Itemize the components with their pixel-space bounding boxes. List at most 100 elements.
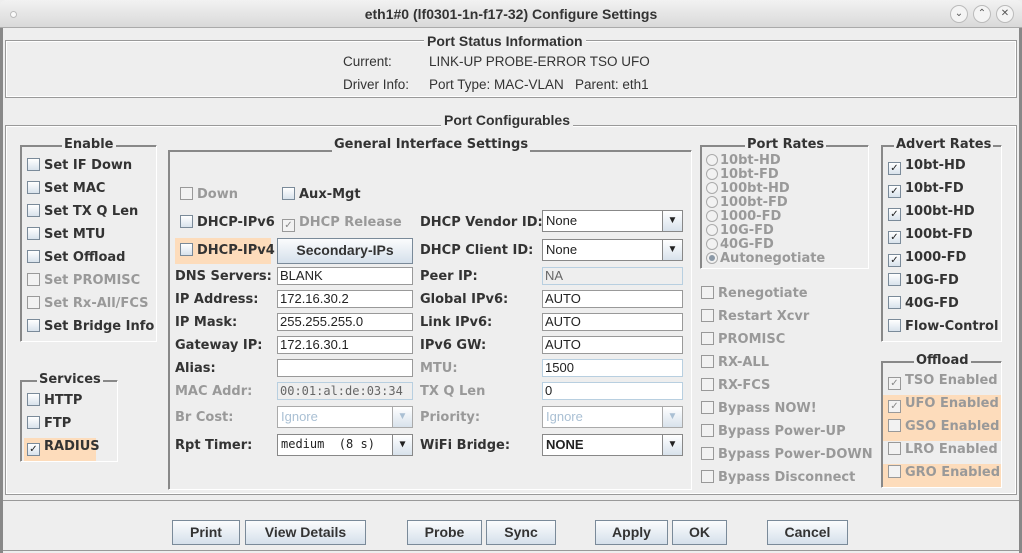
checkbox-http[interactable]: HTTP (24, 392, 96, 415)
checkbox-bypass-disconnect[interactable]: Bypass Disconnect (701, 469, 873, 492)
checkbox-rx-all[interactable]: RX-ALL (701, 354, 873, 377)
secondary-ips-button[interactable]: Secondary-IPs (277, 238, 413, 264)
checkbox-set-bridge-info[interactable]: Set Bridge Info (27, 318, 154, 341)
checkbox-bypass-power-down[interactable]: Bypass Power-DOWN (701, 446, 873, 469)
probe-button[interactable]: Probe (407, 520, 482, 545)
rpt-timer-select[interactable]: medium (8 s) ▼ (277, 434, 413, 456)
sync-button[interactable]: Sync (486, 520, 556, 545)
minimize-icon[interactable]: ⌄ (950, 5, 968, 23)
br-cost-select: Ignore ▼ (277, 406, 413, 428)
ip-address-input[interactable]: 172.16.30.2 (277, 290, 413, 308)
checkbox-set-promisc[interactable]: Set PROMISC (27, 272, 154, 295)
wifi-bridge-select[interactable]: NONE ▼ (542, 434, 683, 456)
checkbox-label: 10bt-HD (905, 158, 966, 173)
checkbox-gro-enabled[interactable]: GRO Enabled (883, 464, 1001, 487)
checkbox-1000-fd[interactable]: ✓ 1000-FD (888, 249, 998, 272)
ip-address-label: IP Address: (175, 292, 259, 307)
checkbox-label: Set Offload (44, 250, 126, 265)
checkbox-bypass-now[interactable]: Bypass NOW! (701, 400, 873, 423)
checkbox-radius[interactable]: ✓ RADIUS (24, 438, 100, 461)
checkbox-tso-enabled[interactable]: ✓ TSO Enabled (883, 372, 1001, 395)
gateway-ip-input[interactable]: 172.16.30.1 (277, 336, 413, 354)
chevron-down-icon[interactable]: ▼ (662, 435, 682, 455)
apply-button[interactable]: Apply (595, 520, 668, 545)
checkbox-unchecked-icon (701, 378, 714, 391)
checkbox-unchecked-icon (27, 158, 40, 171)
mtu-input[interactable]: 1500 (542, 359, 683, 377)
checkbox-100bt-hd[interactable]: ✓ 100bt-HD (888, 203, 998, 226)
checkbox-rx-fcs[interactable]: RX-FCS (701, 377, 873, 400)
tx-q-len-label: TX Q Len (420, 384, 486, 399)
checkbox-ufo-enabled[interactable]: ✓ UFO Enabled (883, 395, 1001, 418)
offload-title: Offload (914, 353, 971, 368)
print-button[interactable]: Print (172, 520, 240, 545)
down-checkbox[interactable]: Down (180, 187, 238, 202)
checkbox-renegotiate[interactable]: Renegotiate (701, 285, 873, 308)
view-details-button[interactable]: View Details (245, 520, 366, 545)
chevron-down-icon[interactable]: ▼ (392, 435, 412, 455)
checkbox-10g-fd[interactable]: 10G-FD (888, 272, 998, 295)
radio-unselected-icon (706, 238, 718, 250)
radio-100bt-fd[interactable]: 100bt-FD (706, 196, 825, 210)
radio-100bt-hd[interactable]: 100bt-HD (706, 182, 825, 196)
ok-button[interactable]: OK (672, 520, 727, 545)
dhcp-client-id-label: DHCP Client ID: (420, 243, 534, 258)
checkbox-set-tx-q-len[interactable]: Set TX Q Len (27, 203, 154, 226)
checkbox-bypass-power-up[interactable]: Bypass Power-UP (701, 423, 873, 446)
global-ipv6-input[interactable]: AUTO (542, 290, 683, 308)
checkbox-ftp[interactable]: FTP (24, 415, 96, 438)
checkbox-restart-xcvr[interactable]: Restart Xcvr (701, 308, 873, 331)
ip-mask-input[interactable]: 255.255.255.0 (277, 313, 413, 331)
close-icon[interactable]: ✕ (996, 5, 1014, 23)
chevron-down-icon[interactable]: ▼ (662, 240, 682, 260)
link-ipv6-input[interactable]: AUTO (542, 313, 683, 331)
checkbox-label: RX-FCS (718, 378, 771, 393)
radio-10bt-fd[interactable]: 10bt-FD (706, 168, 825, 182)
dhcp-release-checkbox[interactable]: ✓ DHCP Release (282, 215, 402, 232)
checkbox-set-rx-all-fcs[interactable]: Set Rx-All/FCS (27, 295, 154, 318)
dns-servers-input[interactable]: BLANK (277, 267, 413, 285)
dhcp-ipv6-checkbox[interactable]: DHCP-IPv6 (180, 215, 275, 230)
checkbox-checked-icon: ✓ (888, 231, 901, 244)
ipv6-gw-input[interactable]: AUTO (542, 336, 683, 354)
dhcp-ipv4-checkbox[interactable]: DHCP-IPv4 (175, 238, 275, 264)
checkbox-10bt-fd[interactable]: ✓ 10bt-FD (888, 180, 998, 203)
checkbox-10bt-hd[interactable]: ✓ 10bt-HD (888, 157, 998, 180)
checkbox-checked-icon: ✓ (888, 208, 901, 221)
mac-addr-label: MAC Addr: (175, 384, 253, 399)
radio-40g-fd[interactable]: 40G-FD (706, 238, 825, 252)
dhcp-vendor-id-select[interactable]: None ▼ (542, 210, 683, 232)
checkbox-checked-icon: ✓ (27, 443, 40, 456)
aux-mgt-checkbox[interactable]: Aux-Mgt (282, 187, 361, 202)
radio-label: 1000-FD (720, 209, 782, 224)
radio-1000-fd[interactable]: 1000-FD (706, 210, 825, 224)
checkbox-unchecked-icon (27, 393, 40, 406)
checkbox-unchecked-icon (701, 286, 714, 299)
driver-info-label: Driver Info: (343, 77, 410, 92)
checkbox-40g-fd[interactable]: 40G-FD (888, 295, 998, 318)
radio-autonegotiate[interactable]: Autonegotiate (706, 252, 825, 266)
checkbox-unchecked-icon (701, 309, 714, 322)
maximize-icon[interactable]: ⌃ (973, 5, 991, 23)
checkbox-label: 1000-FD (905, 250, 967, 265)
checkbox-promisc[interactable]: PROMISC (701, 331, 873, 354)
checkbox-set-offload[interactable]: Set Offload (27, 249, 154, 272)
checkbox-set-if-down[interactable]: Set IF Down (27, 157, 154, 180)
cancel-button[interactable]: Cancel (767, 520, 848, 545)
radio-10bt-hd[interactable]: 10bt-HD (706, 154, 825, 168)
checkbox-100bt-fd[interactable]: ✓ 100bt-FD (888, 226, 998, 249)
checkbox-flow-control[interactable]: Flow-Control (888, 318, 998, 341)
radio-10g-fd[interactable]: 10G-FD (706, 224, 825, 238)
checkbox-set-mac[interactable]: Set MAC (27, 180, 154, 203)
dhcp-client-id-select[interactable]: None ▼ (542, 239, 683, 261)
alias-input[interactable] (277, 359, 413, 377)
checkbox-gso-enabled[interactable]: GSO Enabled (883, 418, 1001, 441)
alias-label: Alias: (175, 361, 216, 376)
chevron-down-icon[interactable]: ▼ (662, 211, 682, 231)
tx-q-len-input[interactable]: 0 (542, 382, 683, 400)
checkbox-checked-icon: ✓ (888, 162, 901, 175)
checkbox-lro-enabled[interactable]: LRO Enabled (883, 441, 1001, 464)
radio-label: 40G-FD (720, 237, 774, 252)
checkbox-unchecked-icon (27, 319, 40, 332)
checkbox-set-mtu[interactable]: Set MTU (27, 226, 154, 249)
